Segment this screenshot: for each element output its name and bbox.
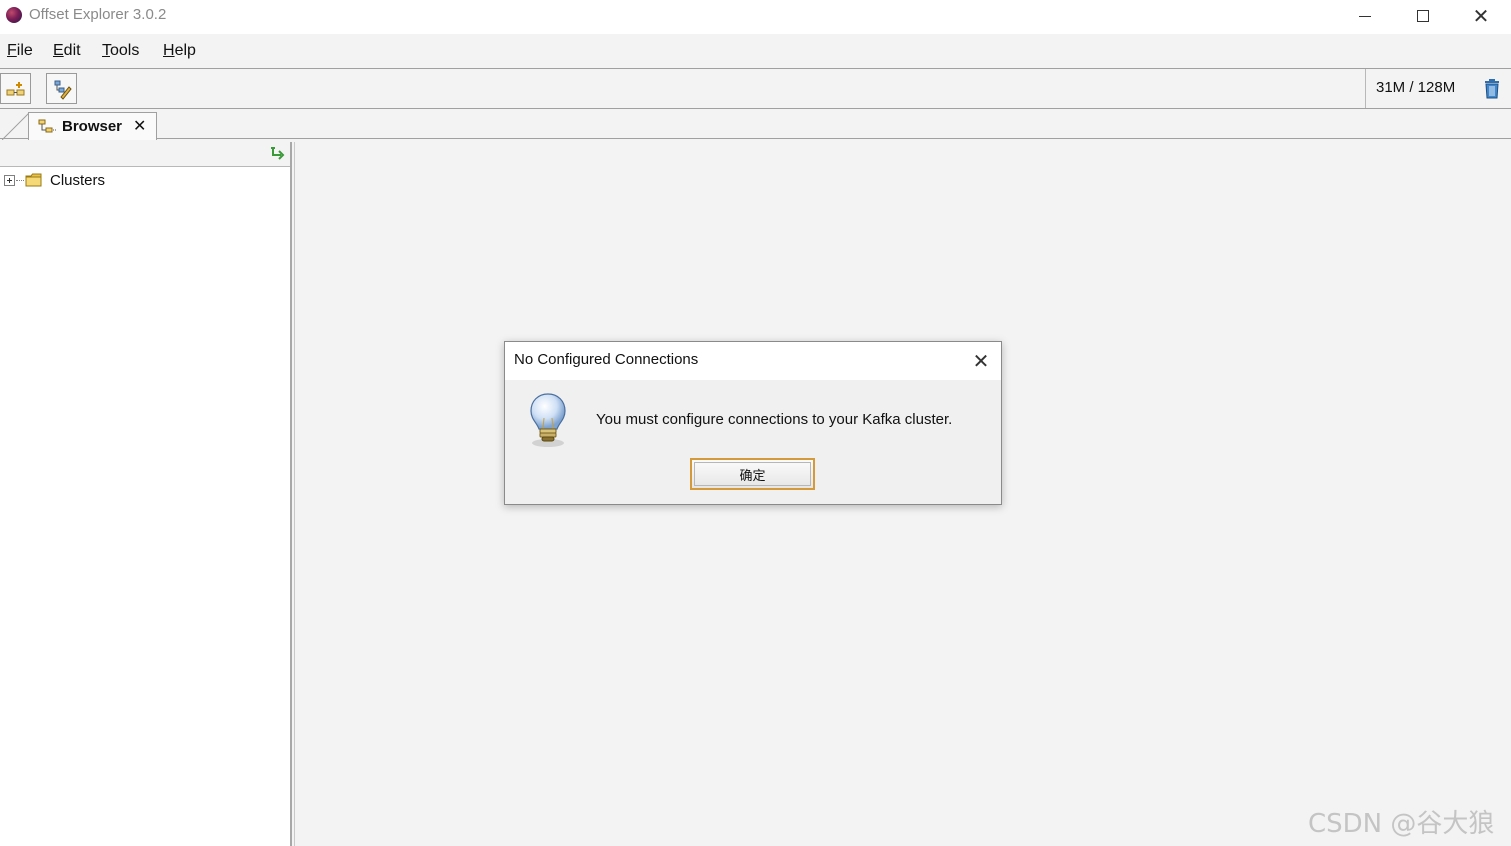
browser-tree-icon: [38, 119, 56, 133]
menu-tools[interactable]: Tools: [102, 42, 139, 60]
lightbulb-icon: [530, 393, 566, 447]
ok-button-label: 确定: [694, 462, 811, 486]
tree-pane-header: [0, 142, 290, 167]
menu-edit[interactable]: Edit: [53, 42, 81, 60]
dialog-title: No Configured Connections: [514, 351, 699, 368]
dialog-title-bar: No Configured Connections ✕: [505, 342, 1001, 380]
maximize-button[interactable]: [1394, 0, 1452, 32]
ok-button[interactable]: 确定: [690, 458, 815, 490]
window-title: Offset Explorer 3.0.2: [29, 6, 167, 23]
title-bar: Offset Explorer 3.0.2 ✕: [0, 0, 1511, 34]
tab-edge: [2, 112, 30, 140]
tree-node-label: Clusters: [50, 172, 106, 189]
tree-node-clusters[interactable]: Clusters: [0, 170, 290, 192]
dialog-message: You must configure connections to your K…: [596, 411, 953, 428]
memory-indicator: 31M / 128M: [1365, 69, 1511, 108]
watermark: CSDN @谷大狼: [1308, 809, 1495, 839]
tab-browser[interactable]: Browser ✕: [28, 112, 157, 140]
add-connection-button[interactable]: [0, 73, 31, 104]
tab-close-icon[interactable]: ✕: [133, 116, 146, 135]
memory-usage: 31M / 128M: [1376, 79, 1456, 96]
menu-bar: File Edit Tools Help: [0, 34, 1511, 68]
dialog-close-button[interactable]: ✕: [967, 348, 995, 374]
tree-connector-line: [16, 180, 24, 181]
menu-help[interactable]: Help: [163, 42, 196, 60]
minimize-icon: [1359, 15, 1371, 17]
tree-expand-icon[interactable]: [4, 175, 15, 186]
maximize-icon: [1417, 10, 1429, 22]
toolbar: 31M / 128M: [0, 68, 1511, 109]
close-icon: ✕: [1472, 4, 1490, 28]
app-icon: [6, 7, 22, 23]
menu-file[interactable]: File: [7, 42, 33, 60]
no-connections-dialog: No Configured Connections ✕ You must con…: [504, 341, 1002, 505]
edit-connection-icon: [54, 80, 72, 100]
folder-icon: [25, 173, 42, 187]
tab-row: Browser ✕: [0, 109, 1511, 140]
edit-connection-button[interactable]: [46, 73, 77, 104]
close-window-button[interactable]: ✕: [1452, 0, 1510, 32]
collapse-arrow-icon[interactable]: [270, 146, 286, 162]
browser-tree-pane: Clusters: [0, 142, 292, 846]
minimize-button[interactable]: [1336, 0, 1394, 32]
tab-browser-label: Browser: [62, 118, 123, 135]
add-connection-icon: [6, 81, 24, 95]
trash-icon[interactable]: [1483, 79, 1501, 99]
